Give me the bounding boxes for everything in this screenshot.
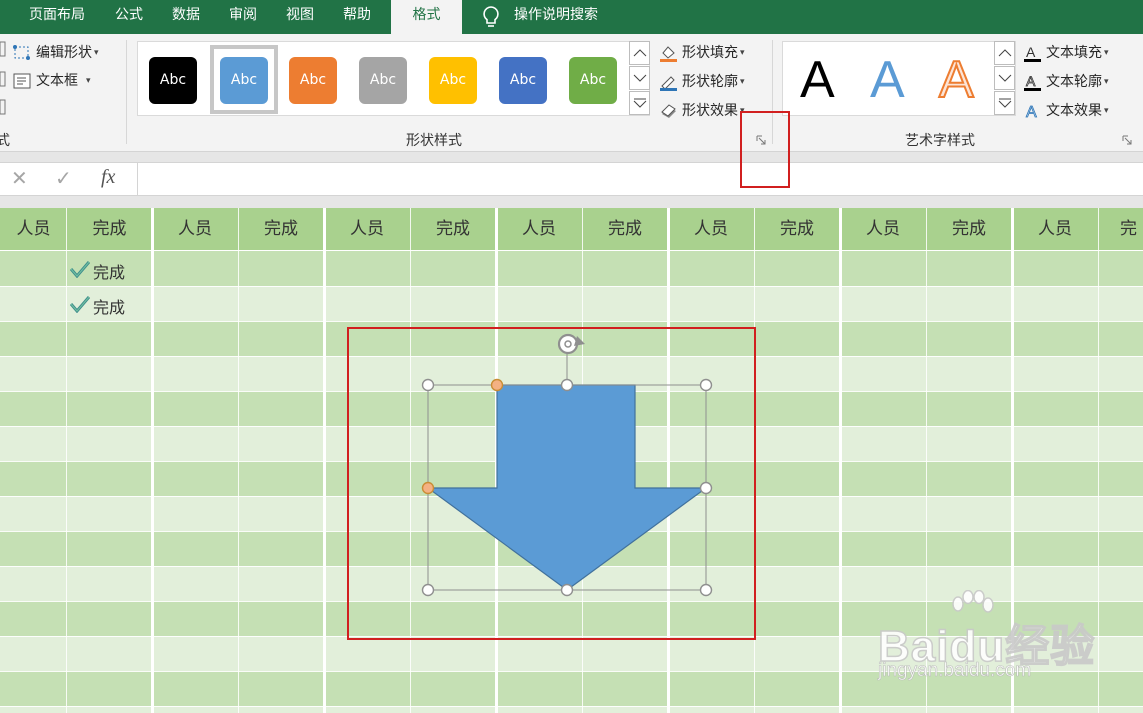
baidu-jingyan-watermark: Baidu经验 jingyan.baidu.com	[876, 590, 1138, 696]
highlight-launcher-annotation	[740, 111, 790, 188]
watermark-url: jingyan.baidu.com	[878, 660, 1032, 682]
highlight-shape-annotation	[347, 327, 756, 640]
